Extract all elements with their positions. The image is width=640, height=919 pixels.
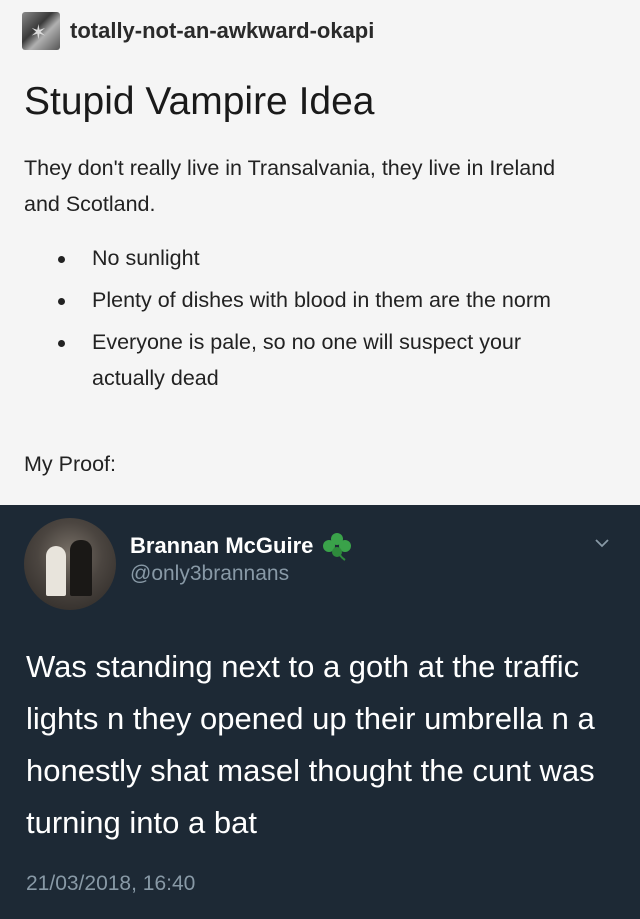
list-item: Everyone is pale, so no one will suspect…: [58, 324, 598, 396]
bullet-icon: [58, 256, 65, 263]
list-item: Plenty of dishes with blood in them are …: [58, 282, 598, 318]
bullet-list: No sunlight Plenty of dishes with blood …: [58, 240, 598, 402]
post-intro: They don't really live in Transalvania, …: [24, 156, 556, 216]
chevron-down-icon[interactable]: [594, 535, 610, 551]
avatar-person-right: [70, 540, 92, 596]
proof-label: My Proof:: [24, 452, 116, 476]
tweet-handle[interactable]: @only3brannans: [130, 562, 289, 586]
clover-icon: [323, 533, 352, 561]
user-avatar[interactable]: ✶: [22, 12, 60, 50]
bullet-icon: [58, 298, 65, 305]
list-item-text: Plenty of dishes with blood in them are …: [92, 288, 551, 312]
post-title: Stupid Vampire Idea: [24, 80, 375, 123]
bullet-icon: [58, 340, 65, 347]
list-item: No sunlight: [58, 240, 598, 276]
avatar-person-left: [46, 546, 66, 596]
post-username[interactable]: totally-not-an-awkward-okapi: [70, 18, 374, 44]
tumblr-post: ✶ totally-not-an-awkward-okapi Stupid Va…: [0, 0, 640, 505]
tweet-author-name-text: Brannan McGuire: [130, 533, 314, 558]
tweet-text: Was standing next to a goth at the traff…: [26, 649, 595, 840]
post-header: ✶ totally-not-an-awkward-okapi: [22, 12, 374, 50]
avatar-graphic-icon: ✶: [30, 22, 47, 44]
tweet-avatar[interactable]: [24, 518, 116, 610]
list-item-text: No sunlight: [92, 246, 200, 270]
list-item-text: Everyone is pale, so no one will suspect…: [92, 330, 522, 390]
tweet-timestamp[interactable]: 21/03/2018, 16:40: [26, 872, 195, 896]
embedded-tweet: Brannan McGuire @only3brannans Was stand…: [0, 505, 640, 919]
tweet-author-name[interactable]: Brannan McGuire: [130, 531, 353, 561]
